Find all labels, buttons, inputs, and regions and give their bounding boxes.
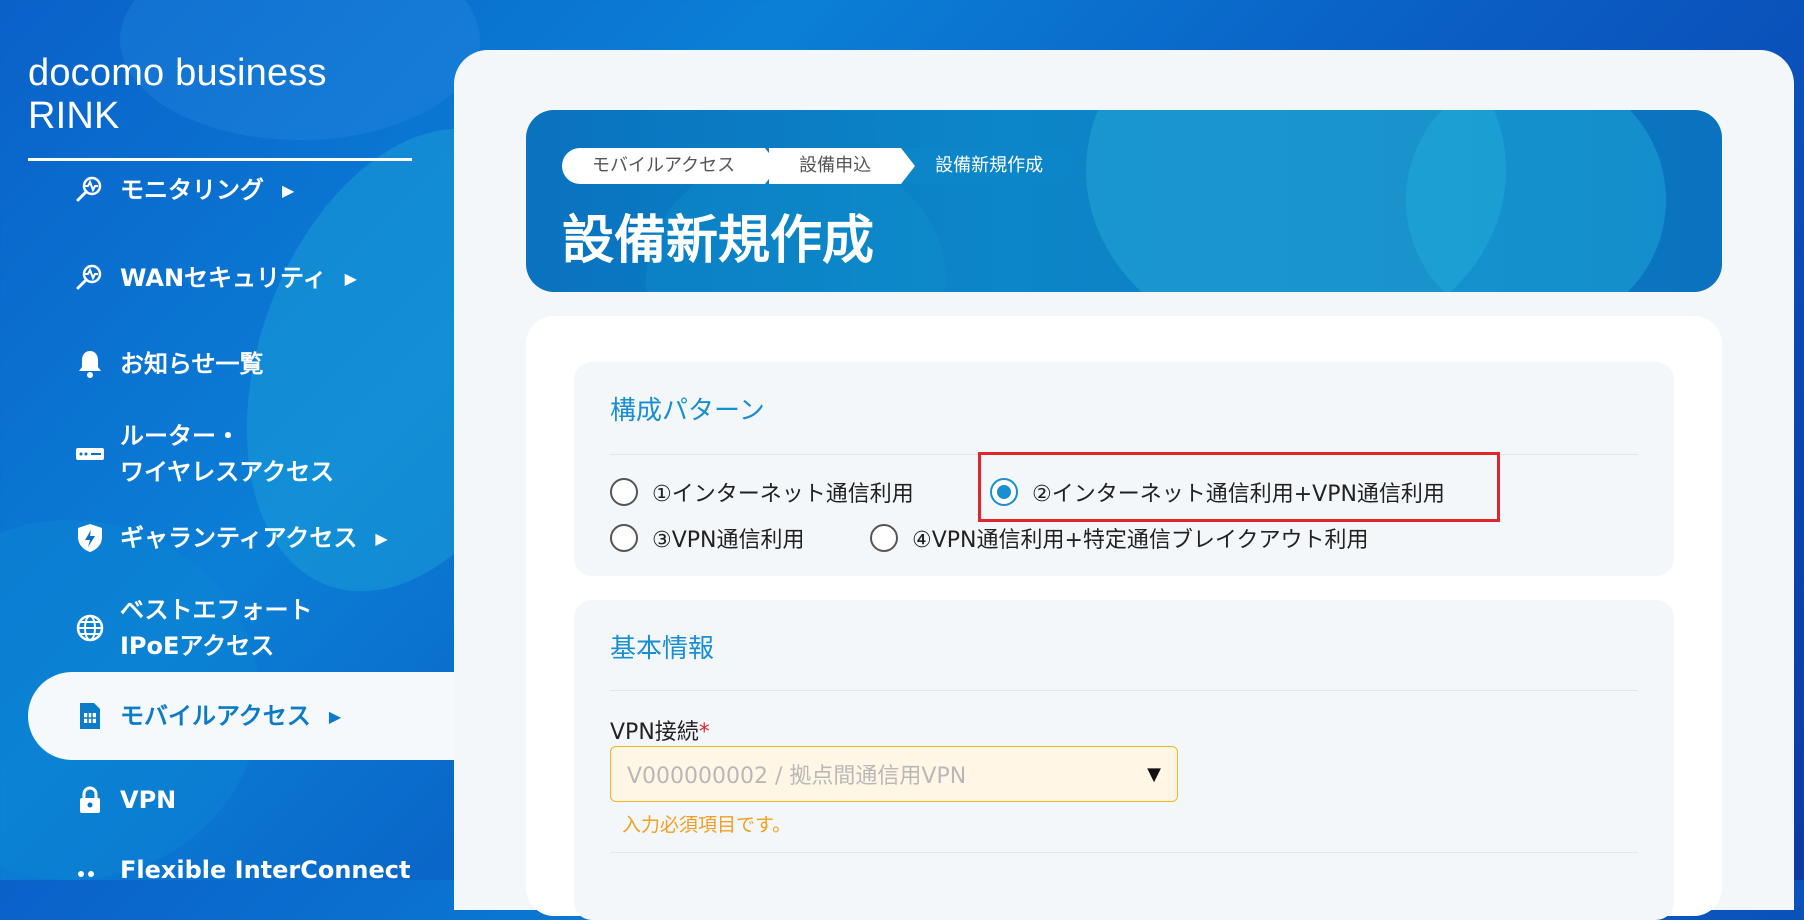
sidebar-item-label: モバイルアクセス [120, 702, 311, 730]
brand-logo-text: docomo business RINK [28, 52, 412, 161]
radio-button[interactable] [870, 524, 898, 552]
radio-button[interactable] [610, 524, 638, 552]
chevron-right-icon: ▶ [344, 268, 357, 288]
divider [610, 690, 1638, 691]
page-title: 設備新規作成 [562, 211, 875, 271]
sidebar-item-label: WANセキュリティ [120, 264, 327, 292]
sidebar-item-flexible-interconnect[interactable]: Flexible InterConnect [28, 852, 454, 888]
sidebar-item-label: ギャランティアクセス [120, 524, 358, 552]
bell-icon [72, 346, 108, 382]
radio-label: ③VPN通信利用 [652, 528, 805, 553]
radio-button[interactable] [610, 478, 638, 506]
basic-info-section: 基本情報 VPN接続* V000000002 / 拠点間通信用VPN ▼ 入力必… [574, 600, 1674, 920]
sidebar-item-monitoring[interactable]: モニタリング ▶ [28, 172, 454, 208]
breadcrumb-item-current: 設備新規作成 [905, 148, 1074, 184]
sim-card-icon [72, 698, 108, 734]
chevron-right-icon: ▶ [282, 180, 295, 200]
header-background-shape [1406, 110, 1666, 292]
sidebar-item-label: お知らせ一覧 [120, 350, 264, 378]
highlight-box [978, 452, 1500, 522]
vpn-connection-label: VPN接続* [610, 714, 710, 746]
page-header: モバイルアクセス 設備申込 設備新規作成 設備新規作成 [526, 110, 1722, 292]
shield-bolt-icon [72, 520, 108, 556]
sidebar-item-label: VPN [120, 786, 177, 814]
chevron-right-icon: ▶ [375, 528, 388, 548]
sidebar-item-vpn[interactable]: VPN [28, 782, 454, 818]
sidebar-item-label: モニタリング [120, 176, 264, 204]
sidebar-item-notices[interactable]: お知らせ一覧 [28, 346, 454, 382]
network-dots-icon [72, 852, 108, 888]
radio-option-internet[interactable]: ①インターネット通信利用 [610, 476, 914, 508]
required-mark: * [698, 720, 710, 745]
section-title: 構成パターン [610, 396, 765, 426]
radio-label: ①インターネット通信利用 [652, 482, 914, 507]
sidebar-item-mobile-access[interactable]: モバイルアクセス ▶ [28, 672, 454, 760]
caret-down-icon: ▼ [1147, 763, 1161, 785]
select-placeholder: V000000002 / 拠点間通信用VPN [627, 764, 967, 789]
router-icon [72, 436, 108, 472]
globe-icon [72, 610, 108, 646]
chevron-right-icon: ▶ [328, 706, 342, 726]
sidebar-item-guaranty-access[interactable]: ギャランティアクセス ▶ [28, 520, 454, 556]
field-label-text: VPN接続 [610, 720, 699, 745]
breadcrumb: モバイルアクセス 設備申込 設備新規作成 [562, 148, 1074, 184]
vpn-connection-select[interactable]: V000000002 / 拠点間通信用VPN ▼ [610, 746, 1178, 802]
breadcrumb-item-equipment-application[interactable]: 設備申込 [769, 148, 916, 184]
radio-label: ④VPN通信利用+特定通信ブレイクアウト利用 [912, 528, 1369, 553]
sidebar-item-label: ルーター・ [120, 422, 240, 450]
sidebar-item-label-line2: IPoEアクセス [120, 632, 275, 660]
validation-error: 入力必須項目です。 [622, 814, 792, 836]
monitor-pulse-icon [72, 172, 108, 208]
sidebar-item-label: ベストエフォート [120, 596, 313, 624]
sidebar-item-label-line2: ワイヤレスアクセス [120, 458, 335, 486]
sidebar-item-best-effort-ipoe[interactable]: ベストエフォート IPoEアクセス [28, 592, 454, 664]
lock-icon [72, 782, 108, 818]
radio-option-vpn[interactable]: ③VPN通信利用 [610, 522, 805, 554]
radio-option-vpn-breakout[interactable]: ④VPN通信利用+特定通信ブレイクアウト利用 [870, 522, 1369, 554]
divider [610, 852, 1638, 853]
section-title: 基本情報 [610, 634, 715, 664]
breadcrumb-item-mobile-access[interactable]: モバイルアクセス [562, 148, 780, 184]
monitor-pulse-icon [72, 260, 108, 296]
sidebar-item-label: Flexible InterConnect [120, 856, 411, 884]
sidebar-item-router-wireless[interactable]: ルーター・ ワイヤレスアクセス [28, 418, 454, 490]
sidebar-item-wan-security[interactable]: WANセキュリティ ▶ [28, 260, 454, 296]
